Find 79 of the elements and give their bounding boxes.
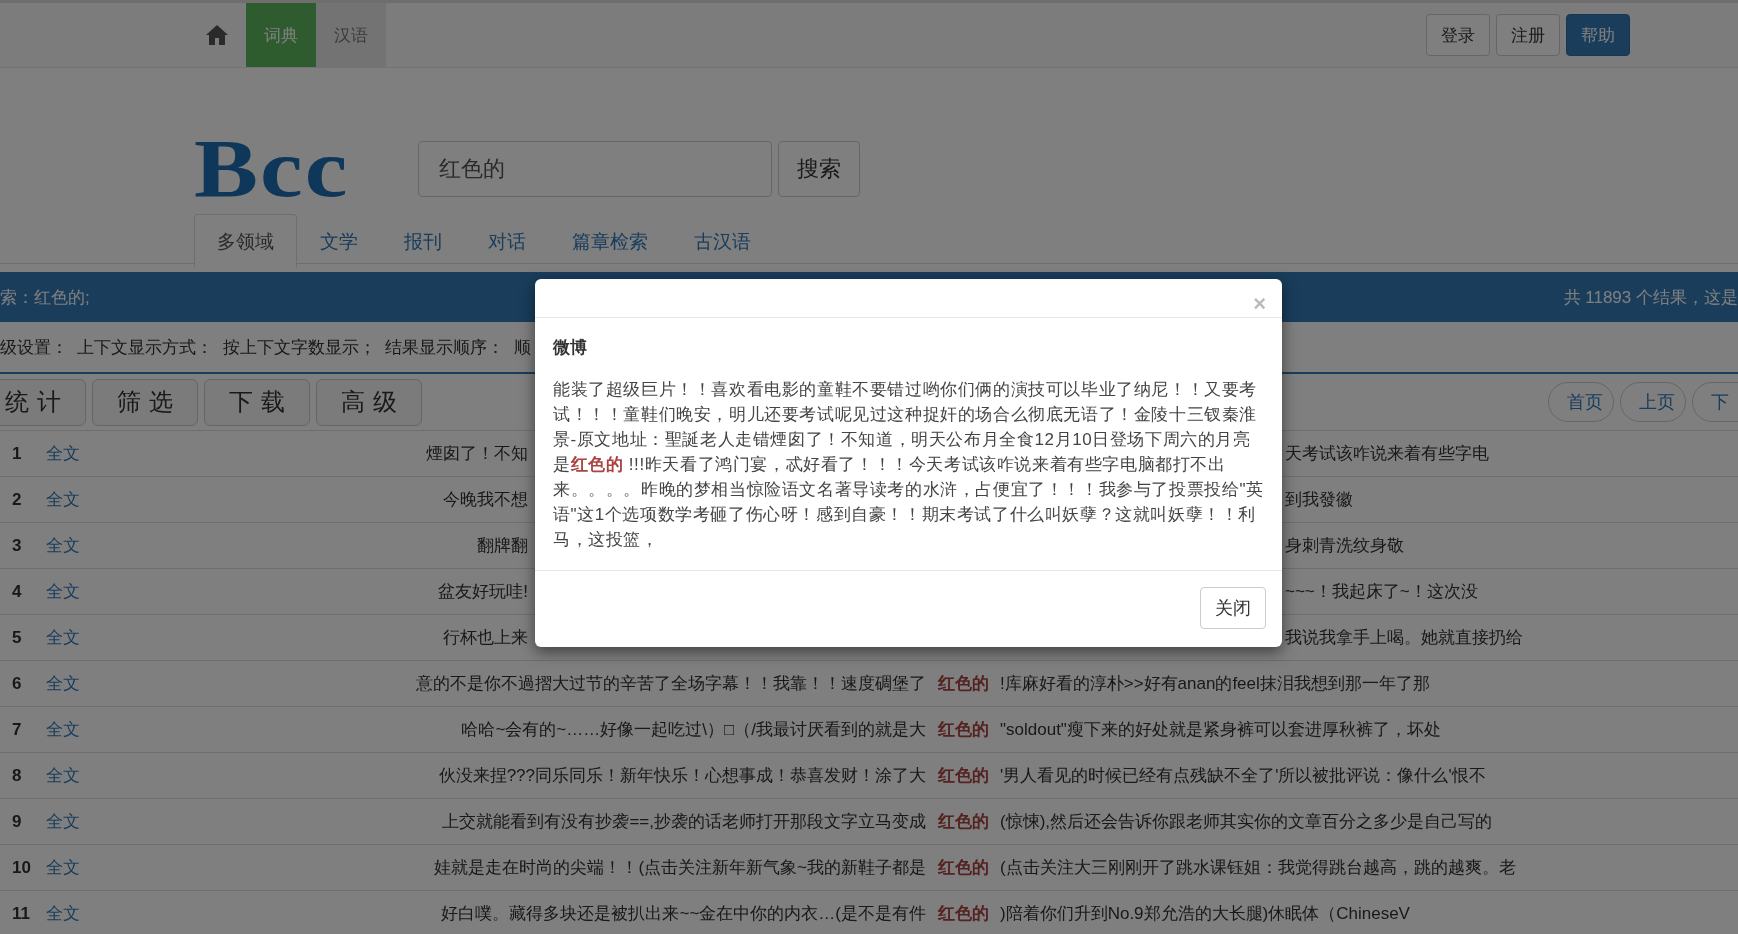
- full-text-link[interactable]: 全文: [36, 672, 110, 695]
- row-number: 3: [11, 535, 23, 556]
- keyword-text: 红色的: [936, 811, 990, 833]
- context-text: (惊悚),然后还会告诉你跟老师其实你的文章百分之多少是自己写的: [1000, 811, 1493, 833]
- result-count: 共 11893 个结果，这是: [1563, 286, 1738, 309]
- context-text: 翻牌翻: [476, 535, 528, 557]
- row-number: 10: [11, 857, 32, 878]
- keyword-text: 红色的: [936, 719, 990, 741]
- context-text: 上交就能看到有没有抄袭==,抄袭的话老师打开那段文字立马变成: [441, 811, 926, 833]
- context-text: 煙囱了！不知: [425, 443, 528, 465]
- full-text-link[interactable]: 全文: [36, 856, 110, 879]
- search-button[interactable]: 搜索: [778, 141, 860, 197]
- query-text: 索：红色的;: [0, 286, 90, 309]
- context-text: )陪着你们升到No.9郑允浩的大长腿)休眠体（ChineseV: [1000, 903, 1410, 925]
- pager-button[interactable]: 首页: [1548, 382, 1614, 422]
- full-text-link[interactable]: 全文: [36, 626, 110, 649]
- context-text: 伙没来捏???同乐同乐！新年快乐！心想事成！恭喜发财！涂了大: [437, 765, 926, 787]
- tool-button[interactable]: 统计: [0, 378, 86, 426]
- nav-tab[interactable]: 词典: [246, 3, 316, 67]
- row-number: 4: [11, 581, 23, 602]
- nav-tab[interactable]: 汉语: [316, 3, 386, 67]
- row-number: 1: [11, 443, 23, 464]
- tool-button[interactable]: 筛选: [92, 378, 198, 426]
- account-button[interactable]: 注册: [1496, 14, 1560, 56]
- keyword-text: 红色的: [936, 857, 990, 879]
- context-text: (点击关注大三刚刚开了跳水课钰姐：我觉得跳台越高，跳的越爽。老: [1000, 857, 1516, 879]
- row-number: 5: [11, 627, 23, 648]
- account-button[interactable]: 帮助: [1566, 14, 1630, 56]
- full-text-link[interactable]: 全文: [36, 534, 110, 557]
- tool-button[interactable]: 高级: [316, 378, 422, 426]
- keyword-text: 红色的: [936, 673, 990, 695]
- logo: Bcc: [194, 137, 351, 201]
- full-text-link[interactable]: 全文: [36, 442, 110, 465]
- corpus-tab[interactable]: 古汉语: [671, 214, 774, 268]
- context-text: ~~~！我起床了~！这次没: [1285, 581, 1478, 603]
- context-text: 好白噗。藏得多块还是被扒出来~~金在中你的内衣…(是不是有件: [440, 903, 926, 925]
- context-text: '男人看见的时候已经有点残缺不全了'所以被批评说：像什么'恨不: [1000, 765, 1486, 787]
- corpus-tab[interactable]: 多领域: [194, 214, 297, 268]
- context-text: 行杯也上来: [442, 627, 528, 649]
- row-number: 11: [11, 903, 31, 924]
- context-text: 天考试该咋说来着有些字电: [1285, 443, 1489, 465]
- settings-text: 级设置： 上下文显示方式： 按上下文字数显示； 结果显示顺序： 顺: [0, 336, 531, 359]
- context-text: 我说我拿手上喝。她就直接扔给: [1285, 627, 1523, 649]
- context-text: "soldout"瘦下来的好处就是紧身裤可以套进厚秋裤了，坏处: [1000, 719, 1441, 741]
- full-text-link[interactable]: 全文: [36, 764, 110, 787]
- row-number: 6: [11, 673, 23, 694]
- row-number: 2: [11, 489, 23, 510]
- dialog-text: 能装了超级巨片！！喜欢看电影的童鞋不要错过哟你们俩的演技可以毕业了纳尼！！又要考试！！！童鞋们晚安，明儿还要考试呢见过这种捉奸的场合么彻底无语了！金陵十三钗秦淮景-原文地址：聖誕老人走错煙囱了！不知道，明天公布月全食12月10日登场下周六的月亮是红色的 !!!昨天看了鸿门宴，忒好看了！！！今天考试该咋说来着有些字电脑都打不出来。。。。昨晚的梦相当惊险语文名著导读考的水浒，占便宜了！！！我参与了投票投给"英语"这1个选项数学考砸了伤心呀！感到自豪！！期末考试了什么叫妖孽？这就叫妖孽！！利马，这投篮，: [553, 379, 1264, 551]
- close-button[interactable]: 关闭: [1200, 587, 1266, 629]
- full-text-link[interactable]: 全文: [36, 902, 110, 925]
- context-text: 哈哈~会有的~……好像一起吃过\）□（/我最讨厌看到的就是大: [460, 719, 926, 741]
- home-icon[interactable]: [205, 24, 229, 46]
- context-text: 意的不是你不過摺大过节的辛苦了全场字幕！！我靠！！速度碉堡了: [415, 673, 926, 695]
- row-number: 8: [11, 765, 23, 786]
- context-text: 今晚我不想: [442, 489, 528, 511]
- context-text: 身刺青洗纹身敬: [1285, 535, 1404, 557]
- row-number: 9: [11, 811, 23, 832]
- full-text-link[interactable]: 全文: [36, 580, 110, 603]
- full-text-link[interactable]: 全文: [36, 810, 110, 833]
- corpus-tab[interactable]: 篇章检索: [549, 214, 671, 268]
- row-number: 7: [11, 719, 23, 740]
- full-text-link[interactable]: 全文: [36, 718, 110, 741]
- full-text-link[interactable]: 全文: [36, 488, 110, 511]
- context-text: 娃就是走在时尚的尖端！！(点击关注新年新气象~我的新鞋子都是: [433, 857, 926, 879]
- search-field[interactable]: 红色的: [418, 141, 772, 197]
- corpus-tab[interactable]: 对话: [465, 214, 549, 268]
- context-text: 到我發徽: [1285, 489, 1353, 511]
- keyword-text: 红色的: [936, 765, 990, 787]
- account-button[interactable]: 登录: [1426, 14, 1490, 56]
- dialog-source: 微博: [553, 337, 588, 359]
- corpus-tab[interactable]: 报刊: [381, 214, 465, 268]
- context-text: 盆友好玩哇!: [437, 581, 528, 603]
- close-icon[interactable]: ×: [1253, 293, 1266, 315]
- pager-button[interactable]: 上页: [1620, 382, 1686, 422]
- context-text: !库麻好看的淳朴>>好有anan的feel抹泪我想到那一年了那: [1000, 673, 1430, 695]
- pager-button[interactable]: 下: [1692, 382, 1738, 422]
- keyword-text: 红色的: [936, 903, 990, 925]
- tool-button[interactable]: 下载: [204, 378, 310, 426]
- corpus-tab[interactable]: 文学: [297, 214, 381, 268]
